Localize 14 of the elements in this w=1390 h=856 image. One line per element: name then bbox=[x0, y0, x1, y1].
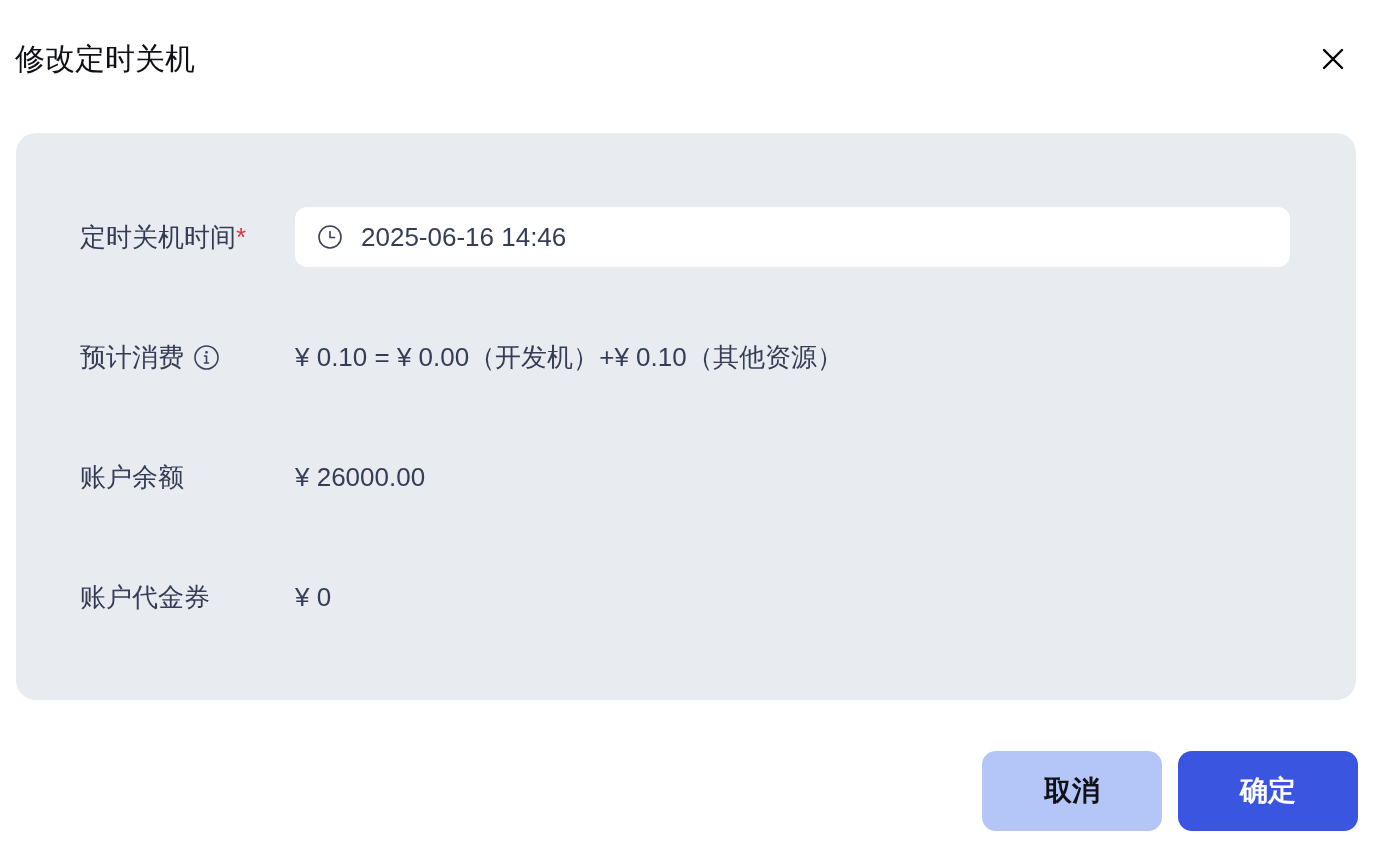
field-label: 定时关机时间* bbox=[80, 220, 247, 254]
info-icon[interactable] bbox=[194, 344, 219, 370]
field-label: 预计消费 bbox=[80, 340, 184, 374]
close-icon[interactable] bbox=[1321, 47, 1345, 71]
field-value: ¥ 0 bbox=[295, 580, 332, 614]
clock-icon bbox=[318, 225, 342, 249]
field-value: ¥ 0.10 = ¥ 0.00（开发机）+¥ 0.10（其他资源） bbox=[295, 340, 843, 374]
confirm-button[interactable]: 确定 bbox=[1178, 751, 1358, 831]
field-value: ¥ 26000.00 bbox=[295, 460, 426, 494]
datetime-field[interactable]: 2025-06-16 14:46 bbox=[295, 207, 1290, 267]
field-label: 账户余额 bbox=[80, 460, 184, 494]
dialog-title: 修改定时关机 bbox=[15, 41, 195, 77]
cancel-button[interactable]: 取消 bbox=[982, 751, 1162, 831]
field-label: 账户代金券 bbox=[80, 580, 210, 614]
